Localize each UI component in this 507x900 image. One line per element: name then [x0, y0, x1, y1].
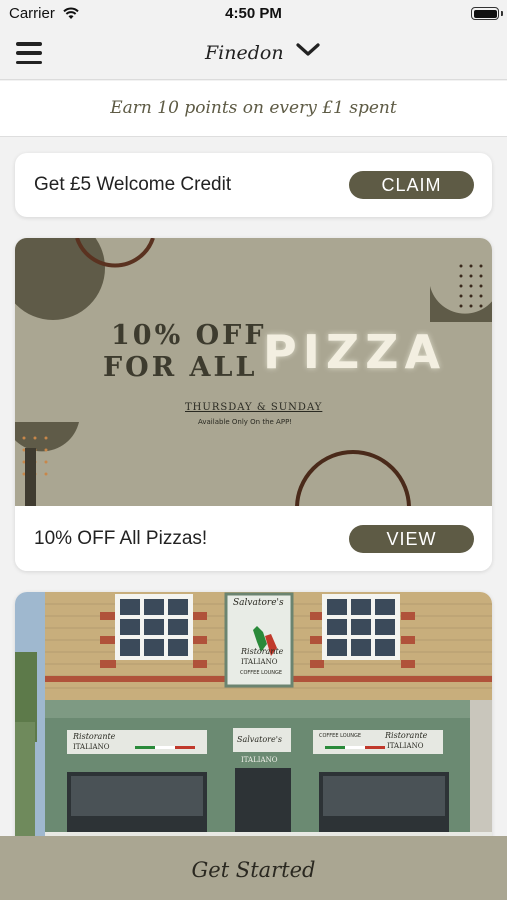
pizza-promo-card[interactable]: 10% OFF FOR ALL PIZZA THURSDAY & SUNDAY …	[15, 238, 492, 571]
nav-bar: Finedon	[0, 28, 507, 80]
right-fascia-small: COFFEE LOUNGE	[319, 733, 362, 739]
promo-footer: 10% OFF All Pizzas! VIEW	[15, 506, 492, 571]
earn-points-banner: Earn 10 points on every £1 spent	[0, 81, 507, 137]
hanging-sign-bottom: ITALIANO	[241, 658, 278, 666]
promo-line-1: 10% OFF	[111, 320, 267, 351]
welcome-credit-label: Get £5 Welcome Credit	[34, 174, 232, 195]
promo-pizza-word: PIZZA	[263, 325, 447, 379]
promo-banner-image[interactable]: 10% OFF FOR ALL PIZZA THURSDAY & SUNDAY …	[15, 238, 492, 506]
claim-button[interactable]: CLAIM	[349, 171, 474, 199]
promo-app-note: Available Only On the APP!	[198, 418, 293, 426]
left-fascia-bottom: ITALIANO	[73, 743, 110, 751]
center-fascia-bottom: ITALIANO	[241, 756, 278, 764]
center-fascia-top: Salvatore's	[237, 735, 282, 744]
hanging-sign-top: Salvatore's	[233, 598, 284, 608]
right-fascia-bottom: ITALIANO	[387, 742, 424, 750]
hanging-sign-mid: Ristorante	[241, 647, 284, 656]
welcome-credit-card: Get £5 Welcome Credit CLAIM	[15, 153, 492, 217]
promo-days: THURSDAY & SUNDAY	[185, 402, 323, 413]
battery-icon	[471, 7, 499, 20]
earn-points-text: Earn 10 points on every £1 spent	[110, 98, 397, 118]
status-bar: Carrier 4:50 PM	[0, 0, 507, 28]
promo-label: 10% OFF All Pizzas!	[34, 528, 208, 549]
restaurant-photo	[15, 592, 492, 852]
get-started-label: Get Started	[191, 858, 316, 882]
battery-tip	[501, 11, 503, 16]
get-started-button[interactable]: Get Started	[0, 836, 507, 900]
chevron-down-icon[interactable]	[296, 42, 320, 58]
right-fascia-top: Ristorante	[385, 731, 428, 740]
hanging-sign-small: COFFEE LOUNGE	[240, 670, 283, 676]
promo-line-2: FOR ALL	[103, 352, 258, 383]
restaurant-photo-card[interactable]: Salvatore's Ristorante ITALIANO COFFEE L…	[15, 592, 492, 852]
left-fascia-top: Ristorante	[73, 732, 116, 741]
clock: 4:50 PM	[225, 5, 282, 22]
view-button[interactable]: VIEW	[349, 525, 474, 553]
hamburger-menu-icon[interactable]	[16, 42, 42, 64]
location-selector[interactable]: Finedon	[205, 42, 284, 64]
